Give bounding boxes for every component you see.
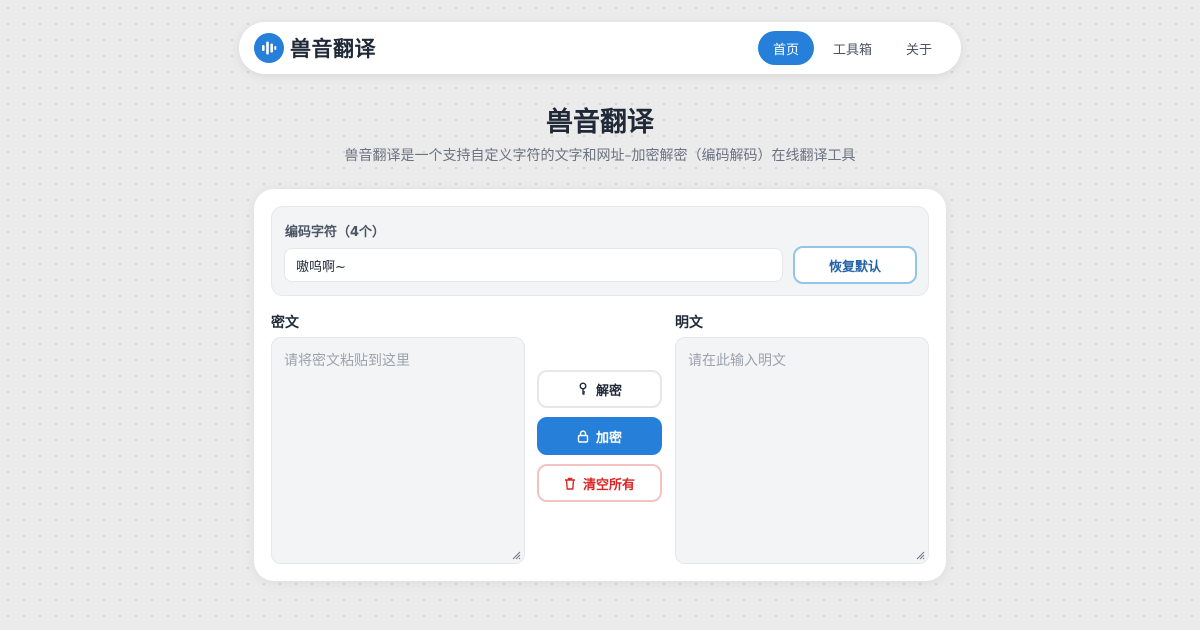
charset-input[interactable] [284, 248, 783, 282]
resize-grip-icon[interactable] [915, 550, 925, 560]
charset-panel: 编码字符（4个） 恢复默认 [271, 206, 929, 296]
nav-item-toolbox[interactable]: 工具箱 [818, 31, 887, 65]
clear-all-button[interactable]: 清空所有 [537, 464, 662, 502]
decrypt-button[interactable]: 解密 [537, 370, 662, 408]
page-subtitle: 兽音翻译是一个支持自定义字符的文字和网址–加密解密（编码解码）在线翻译工具 [344, 148, 856, 164]
plain-label: 明文 [675, 315, 703, 331]
trash-icon [564, 477, 576, 490]
reset-default-button[interactable]: 恢复默认 [793, 246, 917, 284]
key-icon [577, 382, 589, 396]
decrypt-label: 解密 [595, 383, 622, 399]
translator-card: 编码字符（4个） 恢复默认 密文 解密 加密 [254, 189, 946, 581]
charset-label: 编码字符（4个） [285, 225, 386, 240]
cipher-label: 密文 [271, 315, 299, 331]
resize-grip-icon[interactable] [511, 550, 521, 560]
sound-wave-icon [254, 33, 284, 63]
brand-name: 兽音翻译 [290, 37, 376, 61]
nav-item-about[interactable]: 关于 [891, 31, 947, 65]
cipher-textarea[interactable] [271, 337, 525, 564]
top-navbar: 兽音翻译 首页 工具箱 关于 [239, 22, 961, 74]
main-nav: 首页 工具箱 关于 [757, 31, 947, 65]
brand[interactable]: 兽音翻译 [254, 33, 376, 63]
page-title: 兽音翻译 [546, 107, 654, 138]
encrypt-button[interactable]: 加密 [537, 417, 662, 455]
clear-all-label: 清空所有 [582, 477, 635, 493]
lock-icon [577, 429, 589, 443]
nav-item-home[interactable]: 首页 [757, 31, 814, 65]
plain-textarea[interactable] [675, 337, 929, 564]
encrypt-label: 加密 [595, 430, 622, 446]
